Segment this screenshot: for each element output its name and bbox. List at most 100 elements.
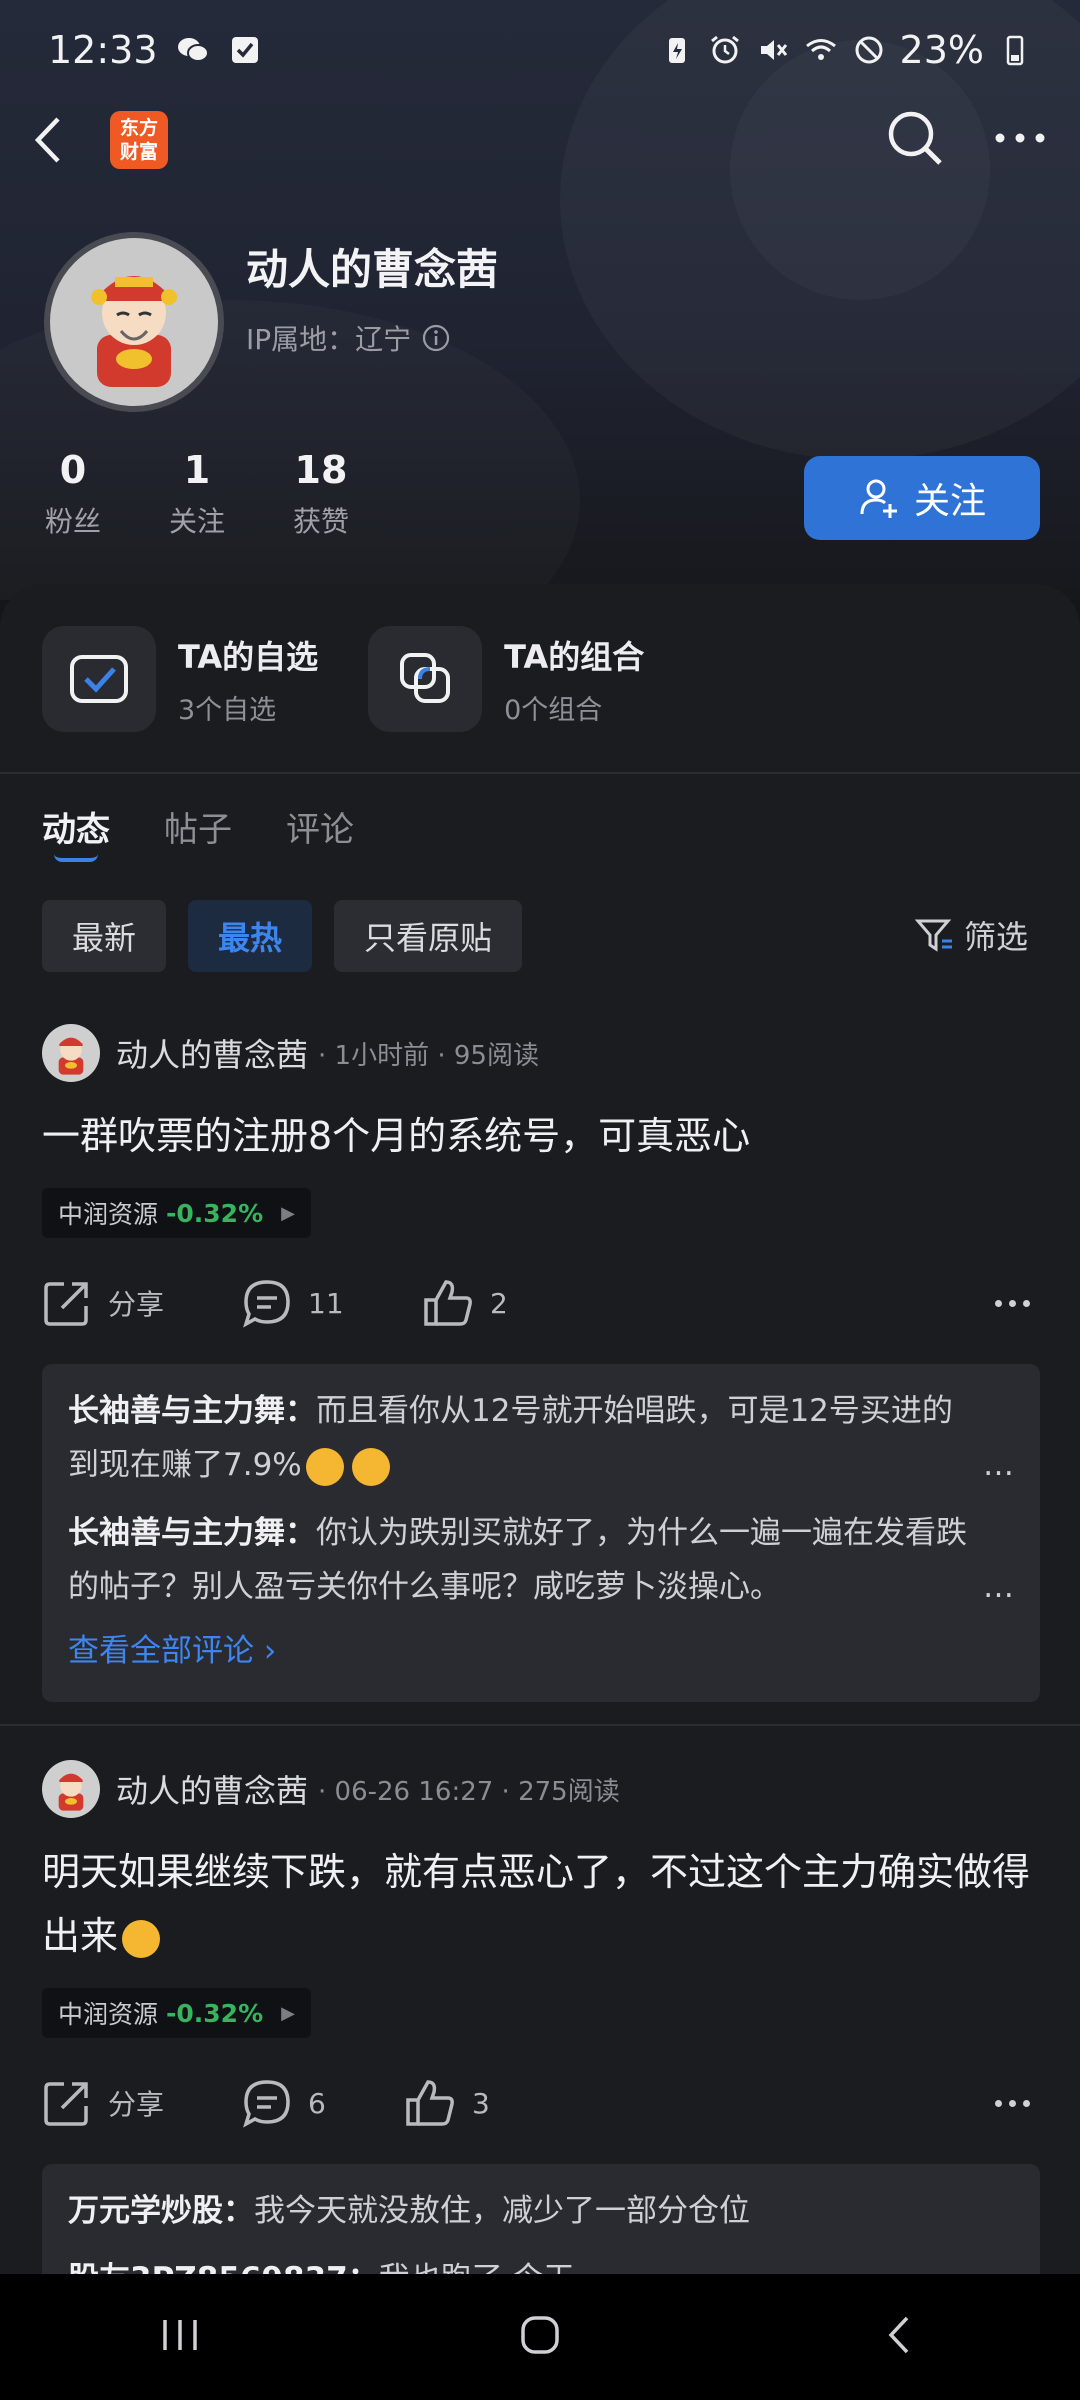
stat-following[interactable]: 1 关注 [164, 448, 230, 540]
like-count: 3 [472, 2086, 490, 2120]
caishen-avatar-icon [91, 276, 177, 387]
stat-label: 获赞 [292, 505, 349, 538]
stock-tag[interactable]: 中润资源 -0.32% ▶ [42, 1188, 311, 1238]
comment-text: 我也跑了 今天 [379, 2261, 575, 2274]
more-dots-icon [995, 133, 1045, 143]
portfolio-count: 0个组合 [504, 694, 603, 726]
post-author[interactable]: 动人的曹念茜 [116, 1030, 308, 1076]
profile-stats: 0 粉丝 1 关注 18 获赞 [40, 448, 354, 540]
watchlist-card[interactable]: TA的自选 3个自选 [42, 626, 318, 732]
post-more-button[interactable] [995, 2099, 1040, 2107]
battery-percent: 23% [899, 28, 984, 72]
comment-preview[interactable]: 长袖善与主力舞：而且看你从12号就开始唱跌，可是12号买进的到现在赚了7.9% … [42, 1364, 1040, 1702]
post-more-button[interactable] [995, 1299, 1040, 1307]
portfolio-cards: TA的自选 3个自选 TA的组合 0个组合 [42, 626, 644, 732]
system-back-button[interactable] [875, 2310, 925, 2364]
recent-apps-button[interactable] [155, 2310, 205, 2364]
follow-button[interactable]: 关注 [804, 456, 1040, 540]
comment-icon [243, 1280, 290, 1328]
top-nav: 东方 财富 [0, 100, 1080, 180]
ip-location-text: IP属地：辽宁 [246, 323, 412, 356]
author-avatar[interactable] [42, 1024, 100, 1082]
filter-latest[interactable]: 最新 [42, 900, 167, 972]
like-count: 2 [490, 1286, 508, 1320]
comment-count: 11 [308, 1286, 344, 1320]
search-button[interactable] [884, 107, 946, 173]
info-icon[interactable] [421, 323, 451, 353]
post-text[interactable]: 明天如果继续下跌，就有点恶心了，不过这个主力确实做得出来 [42, 1840, 1040, 1968]
caishen-avatar-icon [58, 1773, 84, 1811]
battery-saver-icon [660, 33, 694, 67]
caishen-avatar-icon [58, 1037, 84, 1075]
comment-item[interactable]: 万元学炒股：我今天就没敖住，减少了一部分仓位 [68, 2184, 1014, 2238]
stock-tag[interactable]: 中润资源 -0.32% ▶ [42, 1988, 311, 2038]
tab-comments[interactable]: 评论 [286, 802, 354, 851]
status-bar: 12:33 23% [0, 0, 1080, 100]
profile-avatar[interactable] [44, 232, 224, 412]
share-button[interactable]: 分享 [42, 2078, 242, 2128]
comment-button[interactable]: 11 [242, 1278, 422, 1328]
back-arrow-icon [34, 117, 60, 163]
post-meta: 动人的曹念茜 · 1小时前 · 95阅读 [42, 1024, 1040, 1082]
portfolio-card[interactable]: TA的组合 0个组合 [368, 626, 644, 732]
logo-text-bottom: 财富 [119, 141, 158, 163]
comment-item[interactable]: 长袖善与主力舞：你认为跌别买就好了，为什么一遍一遍在发看跌的帖子？别人盈亏关你什… [68, 1506, 1014, 1614]
post-meta: 动人的曹念茜 · 06-26 16:27 · 275阅读 [42, 1760, 1040, 1818]
dnd-icon [852, 33, 886, 67]
filter-funnel-icon [914, 919, 952, 952]
post-text-content: 明天如果继续下跌，就有点恶心了，不过这个主力确实做得出来 [42, 1850, 1031, 1958]
stat-number: 1 [183, 448, 211, 492]
tab-activity[interactable]: 动态 [42, 802, 110, 862]
comment-author[interactable]: 股友3PZ8569837： [68, 2261, 379, 2274]
wifi-icon [804, 33, 838, 67]
like-button[interactable]: 3 [404, 2078, 490, 2128]
tab-label: 评论 [286, 810, 354, 850]
stat-number: 18 [294, 448, 348, 492]
back-chevron-icon [888, 2316, 909, 2354]
logo-text-top: 东方 [119, 117, 158, 139]
system-nav-bar [0, 2274, 1080, 2400]
share-button[interactable]: 分享 [42, 1278, 242, 1328]
like-button[interactable]: 2 [422, 1278, 508, 1328]
comment-text: 我今天就没敖住，减少了一部分仓位 [254, 2193, 750, 2229]
view-all-comments-link[interactable]: 查看全部评论 › [68, 1624, 1014, 1678]
divider [0, 1724, 1080, 1726]
share-label: 分享 [108, 2088, 165, 2121]
author-avatar[interactable] [42, 1760, 100, 1818]
comment-item[interactable]: 股友3PZ8569837：我也跑了 今天 [68, 2252, 1014, 2274]
home-button[interactable] [515, 2310, 565, 2364]
play-arrow-icon: ▶ [281, 1202, 295, 1224]
tab-posts[interactable]: 帖子 [164, 802, 232, 851]
stat-likes[interactable]: 18 获赞 [288, 448, 354, 540]
more-options-button[interactable] [992, 128, 1048, 152]
filter-original-only[interactable]: 只看原贴 [334, 900, 523, 972]
share-icon [44, 1282, 88, 1326]
checkbox-icon [228, 33, 262, 67]
post-author[interactable]: 动人的曹念茜 [116, 1766, 308, 1812]
portfolio-title: TA的组合 [504, 637, 645, 676]
filter-button[interactable]: 筛选 [914, 912, 1028, 958]
filter-hottest[interactable]: 最热 [188, 900, 313, 972]
app-logo[interactable]: 东方 财富 [110, 111, 168, 169]
comment-author[interactable]: 长袖善与主力舞： [68, 1393, 316, 1429]
stat-label: 粉丝 [44, 505, 101, 538]
comment-author[interactable]: 万元学炒股： [68, 2193, 254, 2229]
watchlist-title: TA的自选 [178, 637, 319, 676]
profile-name: 动人的曹念茜 [246, 245, 499, 294]
share-icon [44, 2082, 88, 2126]
back-button[interactable] [32, 100, 82, 180]
comment-preview[interactable]: 万元学炒股：我今天就没敖住，减少了一部分仓位 股友3PZ8569837：我也跑了… [42, 2164, 1040, 2274]
laughing-emoji-icon [351, 1447, 390, 1486]
stock-name: 中润资源 [58, 1200, 159, 1229]
recent-apps-icon [163, 2320, 197, 2350]
stock-name: 中润资源 [58, 2000, 159, 2029]
post-card[interactable]: 动人的曹念茜 · 06-26 16:27 · 275阅读 明天如果继续下跌，就有… [42, 1760, 1040, 2274]
post-text[interactable]: 一群吹票的注册8个月的系统号，可真恶心 [42, 1104, 1040, 1168]
thumbs-up-icon [424, 1280, 472, 1326]
alarm-icon [708, 33, 742, 67]
stat-fans[interactable]: 0 粉丝 [40, 448, 106, 540]
post-card[interactable]: 动人的曹念茜 · 1小时前 · 95阅读 一群吹票的注册8个月的系统号，可真恶心… [42, 1024, 1040, 1702]
comment-author[interactable]: 长袖善与主力舞： [68, 1515, 316, 1551]
comment-item[interactable]: 长袖善与主力舞：而且看你从12号就开始唱跌，可是12号买进的到现在赚了7.9% … [68, 1384, 1014, 1492]
comment-button[interactable]: 6 [242, 2078, 404, 2128]
